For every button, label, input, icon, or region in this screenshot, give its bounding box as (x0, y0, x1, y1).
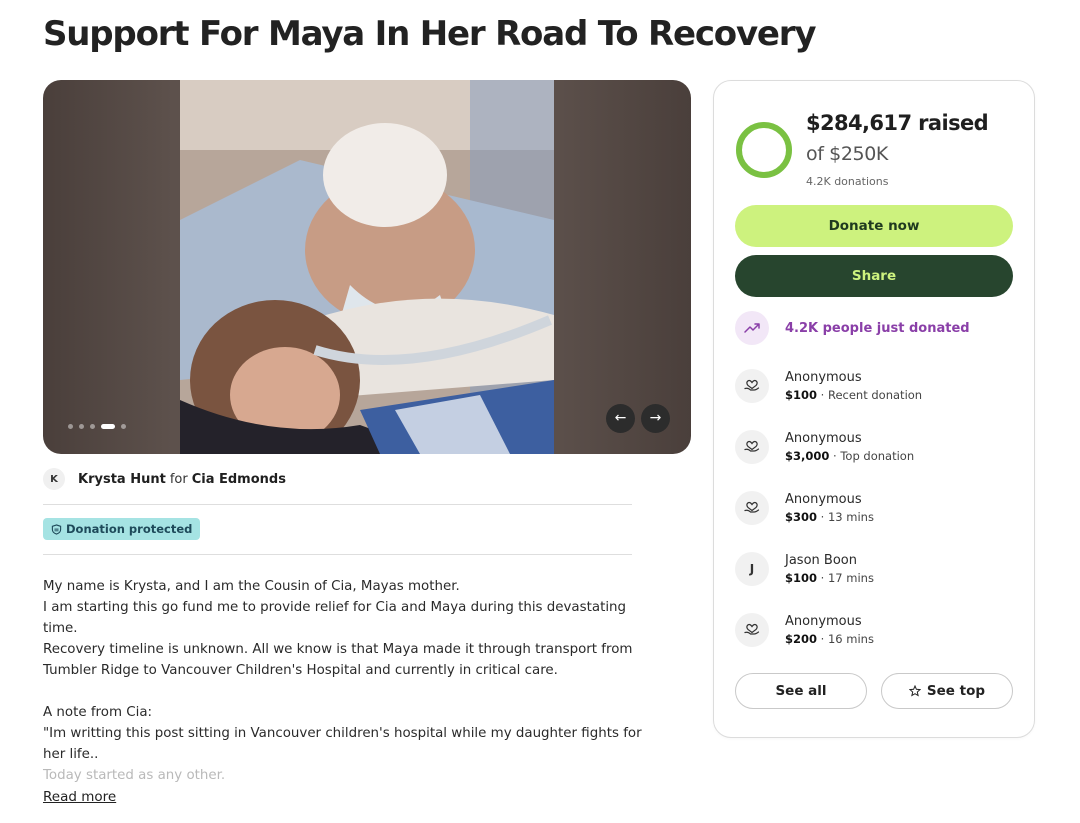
slide-dot[interactable] (90, 424, 95, 429)
slide-dot[interactable] (121, 424, 126, 429)
see-all-button[interactable]: See all (735, 673, 867, 709)
heart-hand-icon (735, 613, 769, 647)
donation-detail: · 13 mins (817, 509, 874, 524)
slide-dot[interactable] (68, 424, 73, 429)
donor-name: Anonymous (785, 430, 862, 446)
badge-label: Donation protected (66, 522, 193, 536)
star-icon (908, 685, 921, 697)
story-line: Recovery timeline is unknown. All we kno… (43, 642, 633, 678)
donation-detail: · Top donation (829, 448, 915, 463)
trending-text: 4.2K people just donated (785, 320, 970, 336)
campaign-story: My name is Krysta, and I am the Cousin o… (43, 576, 643, 786)
share-button[interactable]: Share (735, 255, 1013, 297)
heart-hand-icon (735, 369, 769, 403)
previous-image-button[interactable]: ← (606, 404, 635, 433)
divider (43, 554, 632, 555)
goal-amount: of $250K (806, 143, 888, 165)
story-quote: "Im writting this post sitting in Vancou… (43, 726, 642, 762)
donor-name: Anonymous (785, 613, 862, 629)
organizer-avatar: K (43, 468, 65, 490)
note-heading: A note from Cia: (43, 705, 153, 720)
donation-amount: $100 (785, 387, 818, 402)
next-image-button[interactable]: → (641, 404, 670, 433)
arrow-right-icon: → (649, 410, 662, 426)
heart-hand-icon (735, 491, 769, 525)
donor-name: Anonymous (785, 491, 862, 507)
arrow-left-icon: ← (614, 410, 627, 426)
donation-item: Anonymous $100 · Recent donation (735, 366, 922, 406)
donation-amount: $300 (785, 509, 818, 524)
donation-protected-badge[interactable]: Donation protected (43, 518, 201, 540)
donor-name: Jason Boon (785, 552, 857, 568)
donate-now-button[interactable]: Donate now (735, 205, 1013, 247)
trending-donations: 4.2K people just donated (735, 311, 970, 345)
organizer-line: K Krysta Hunt for Cia Edmonds (43, 466, 286, 492)
read-more-link[interactable]: Read more (43, 789, 116, 805)
page-title: Support For Maya In Her Road To Recovery (43, 14, 817, 54)
slide-indicators[interactable] (68, 424, 126, 429)
shield-icon (51, 523, 62, 535)
see-all-label: See all (775, 683, 827, 699)
heart-hand-icon (735, 430, 769, 464)
donation-amount: $200 (785, 631, 818, 646)
amount-raised: $284,617 raised (806, 111, 989, 135)
story-line: I am starting this go fund me to provide… (43, 600, 627, 636)
see-top-button[interactable]: See top (881, 673, 1013, 709)
organizer-name[interactable]: Krysta Hunt (78, 472, 166, 487)
campaign-photo (180, 80, 554, 454)
see-top-label: See top (926, 683, 986, 699)
donation-item: Anonymous $300 · 13 mins (735, 488, 874, 528)
donor-name: Anonymous (785, 369, 862, 385)
donation-item: Anonymous $3,000 · Top donation (735, 427, 914, 467)
donation-detail: · Recent donation (817, 387, 923, 402)
donation-amount: $3,000 (785, 448, 830, 463)
beneficiary-name[interactable]: Cia Edmonds (192, 472, 286, 487)
slide-dot-active[interactable] (101, 424, 115, 429)
slide-dot[interactable] (79, 424, 84, 429)
donation-sidebar-card: $284,617 raised of $250K 4.2K donations … (713, 80, 1035, 738)
donor-avatar: J (735, 552, 769, 586)
divider (43, 504, 632, 505)
image-gallery[interactable]: ← → (43, 80, 691, 454)
donation-item: J Jason Boon $100 · 17 mins (735, 549, 874, 589)
donation-detail: · 16 mins (817, 631, 874, 646)
organizer-connector: for (169, 471, 188, 487)
donation-amount: $100 (785, 570, 818, 585)
donation-detail: · 17 mins (817, 570, 874, 585)
story-faded-line: Today started as any other. (43, 768, 226, 783)
donation-count: 4.2K donations (806, 175, 889, 188)
donation-item: Anonymous $200 · 16 mins (735, 610, 874, 650)
story-line: My name is Krysta, and I am the Cousin o… (43, 579, 460, 594)
trending-up-icon (735, 311, 769, 345)
progress-ring (736, 122, 792, 178)
